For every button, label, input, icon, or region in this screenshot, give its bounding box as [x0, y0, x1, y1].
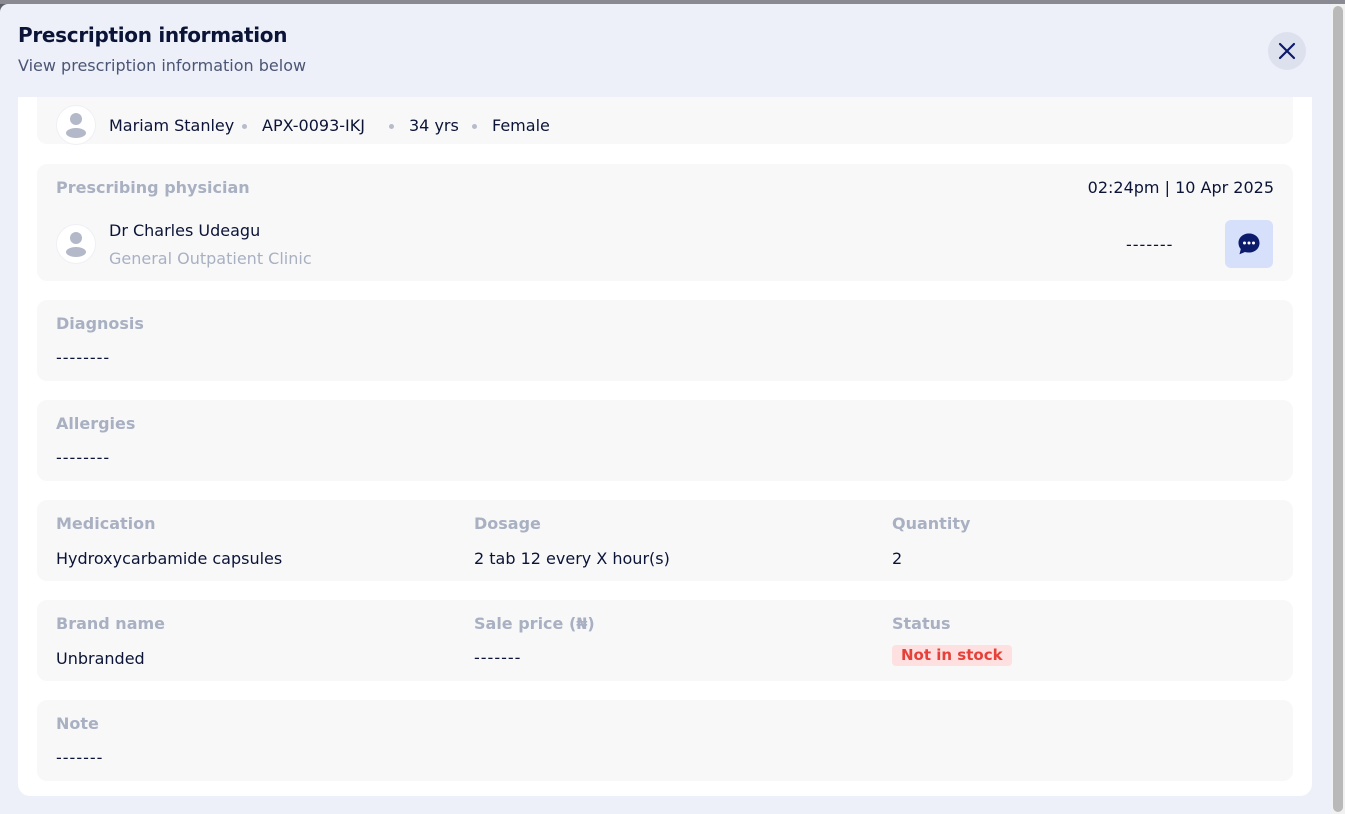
note-card: Note -------: [37, 700, 1293, 781]
patient-id: APX-0093-IKJ: [262, 116, 365, 135]
prescription-timestamp: 02:24pm | 10 Apr 2025: [1087, 178, 1274, 197]
diagnosis-label: Diagnosis: [56, 314, 144, 333]
modal-subtitle: View prescription information below: [18, 56, 307, 75]
patient-age: 34 yrs: [409, 116, 459, 135]
physician-avatar: [56, 224, 96, 264]
diagnosis-card: Diagnosis --------: [37, 300, 1293, 381]
allergies-value: --------: [56, 448, 111, 467]
physician-clinic: General Outpatient Clinic: [109, 249, 312, 268]
allergies-label: Allergies: [56, 414, 136, 433]
note-label: Note: [56, 714, 99, 733]
physician-contact: -------: [1126, 235, 1174, 254]
separator-dot: [472, 124, 477, 129]
user-avatar-icon: [66, 113, 86, 138]
physician-card: Prescribing physician 02:24pm | 10 Apr 2…: [37, 164, 1293, 281]
quantity-value: 2: [892, 549, 903, 568]
patient-gender: Female: [492, 116, 550, 135]
modal-content: Mariam Stanley APX-0093-IKJ 34 yrs Femal…: [18, 97, 1312, 796]
separator-dot: [242, 124, 247, 129]
dosage-label: Dosage: [474, 514, 541, 533]
status-label: Status: [892, 614, 951, 633]
brand-name-label: Brand name: [56, 614, 166, 633]
chat-bubble-icon: [1238, 233, 1260, 255]
physician-section-label: Prescribing physician: [56, 178, 250, 197]
quantity-label: Quantity: [892, 514, 971, 533]
patient-avatar: [56, 105, 96, 145]
modal-header: Prescription information View prescripti…: [0, 4, 1331, 97]
note-value: -------: [56, 748, 104, 767]
patient-name: Mariam Stanley: [109, 116, 235, 135]
dosage-value: 2 tab 12 every X hour(s): [474, 549, 670, 568]
brand-card: Brand name Unbranded Sale price (₦) ----…: [37, 600, 1293, 681]
prescription-modal: Prescription information View prescripti…: [0, 4, 1331, 814]
patient-card: Mariam Stanley APX-0093-IKJ 34 yrs Femal…: [37, 97, 1293, 145]
medication-value: Hydroxycarbamide capsules: [56, 549, 283, 568]
message-physician-button[interactable]: [1225, 220, 1273, 268]
medication-label: Medication: [56, 514, 156, 533]
close-icon: [1278, 42, 1296, 60]
close-button[interactable]: [1268, 32, 1306, 70]
modal-title: Prescription information: [18, 23, 288, 47]
status-badge: Not in stock: [892, 645, 1012, 666]
diagnosis-value: --------: [56, 348, 111, 367]
physician-name: Dr Charles Udeagu: [109, 221, 261, 240]
brand-name-value: Unbranded: [56, 649, 145, 668]
scrollbar-thumb[interactable]: [1333, 6, 1343, 812]
separator-dot: [389, 124, 394, 129]
sale-price-label: Sale price (₦): [474, 614, 595, 633]
allergies-card: Allergies --------: [37, 400, 1293, 481]
medication-card: Medication Hydroxycarbamide capsules Dos…: [37, 500, 1293, 581]
user-avatar-icon: [66, 232, 86, 257]
sale-price-value: -------: [474, 648, 522, 667]
